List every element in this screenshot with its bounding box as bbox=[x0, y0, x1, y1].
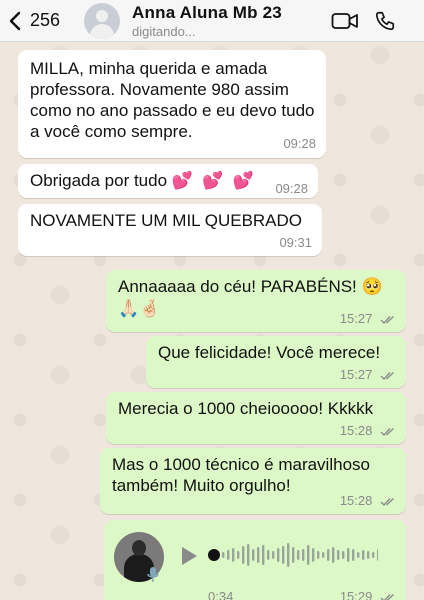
read-ticks-icon bbox=[380, 497, 394, 506]
play-icon[interactable] bbox=[180, 546, 198, 566]
message-bubble[interactable]: MILLA, minha querida e amada professora.… bbox=[18, 50, 326, 158]
read-ticks-icon bbox=[380, 315, 394, 324]
message-text: Obrigada por tudo bbox=[30, 171, 168, 190]
message-bubble[interactable]: Merecia o 1000 cheiooooo! Kkkkk 15:28 bbox=[106, 392, 406, 444]
message-meta: 15:27 bbox=[340, 311, 396, 327]
message-bubble[interactable]: Obrigada por tudo 💕 💕 💕 09:28 bbox=[18, 164, 318, 198]
message-text: Annaaaaa do céu! PARABÉNS! bbox=[118, 277, 357, 296]
waveform-bar bbox=[292, 547, 295, 563]
waveform-bar bbox=[262, 545, 265, 565]
waveform-bar bbox=[357, 552, 360, 558]
read-ticks-icon bbox=[380, 593, 394, 600]
waveform-bar bbox=[237, 551, 240, 559]
waveform-bar bbox=[302, 549, 305, 561]
message-time: 09:28 bbox=[283, 136, 316, 151]
contact-name: Anna Aluna Mb 23 bbox=[132, 2, 282, 22]
audio-waveform[interactable] bbox=[208, 540, 378, 570]
message-bubble[interactable]: Que felicidade! Você merece! 15:27 bbox=[146, 336, 406, 388]
waveform-bar bbox=[252, 549, 255, 561]
waveform-bar bbox=[327, 549, 330, 561]
waveform-bar bbox=[362, 550, 365, 560]
voice-call-button[interactable] bbox=[368, 0, 402, 42]
waveform-bar bbox=[267, 550, 270, 560]
waveform-bar bbox=[317, 551, 320, 559]
waveform-bar bbox=[377, 549, 378, 561]
waveform-bar bbox=[367, 551, 370, 559]
message-meta: 15:29 bbox=[340, 586, 396, 600]
message-time: 15:27 bbox=[339, 311, 373, 326]
waveform-bar bbox=[337, 550, 340, 560]
waveform-bar bbox=[297, 550, 300, 560]
message-time: 15:29 bbox=[339, 589, 373, 600]
message-time: 15:27 bbox=[339, 367, 373, 382]
back-button[interactable]: 256 bbox=[8, 0, 60, 42]
waveform-bar bbox=[347, 548, 350, 562]
waveform-bar bbox=[352, 549, 355, 561]
waveform-bar bbox=[332, 547, 335, 563]
pleading-face-emoji: 🥺 bbox=[361, 277, 383, 297]
waveform-bar bbox=[372, 552, 375, 558]
video-camera-icon bbox=[331, 12, 358, 29]
waveform-bar bbox=[307, 545, 310, 565]
message-time: 15:28 bbox=[339, 493, 373, 508]
chevron-left-icon bbox=[9, 11, 21, 30]
message-bubble[interactable]: NOVAMENTE UM MIL QUEBRADO 09:31 bbox=[18, 204, 322, 256]
waveform-bar bbox=[247, 544, 250, 566]
message-text: NOVAMENTE UM MIL QUEBRADO bbox=[30, 211, 303, 230]
message-meta: 15:28 bbox=[340, 493, 396, 509]
read-ticks-icon bbox=[380, 371, 394, 380]
read-ticks-icon bbox=[380, 427, 394, 436]
voice-message[interactable]: 0:34 15:29 bbox=[104, 520, 406, 600]
praying-hands-emoji: 🙏🏻🤞🏻 bbox=[118, 299, 161, 319]
contact-status: digitando... bbox=[132, 23, 196, 39]
unread-count: 256 bbox=[30, 10, 61, 30]
message-text: Merecia o 1000 cheiooooo! Kkkkk bbox=[118, 399, 374, 418]
message-time: 09:31 bbox=[279, 235, 312, 250]
hearts-emoji: 💕 💕 💕 bbox=[171, 171, 257, 191]
microphone-icon bbox=[147, 567, 159, 582]
waveform-bar bbox=[287, 543, 290, 567]
message-meta: 15:27 bbox=[340, 367, 396, 383]
waveform-bar bbox=[272, 551, 275, 559]
waveform-bar bbox=[312, 548, 315, 562]
waveform-bar bbox=[342, 551, 345, 559]
message-meta: 15:28 bbox=[340, 423, 396, 439]
contact-avatar[interactable] bbox=[84, 2, 121, 39]
waveform-bar bbox=[222, 552, 225, 558]
waveform-bar bbox=[242, 546, 245, 564]
contact-info[interactable]: Anna Aluna Mb 23 digitando... bbox=[132, 3, 328, 39]
message-text: MILLA, minha querida e amada professora.… bbox=[30, 59, 315, 141]
video-call-button[interactable] bbox=[328, 0, 362, 42]
message-text: Que felicidade! Você merece! bbox=[158, 343, 381, 362]
playback-scrubber[interactable] bbox=[208, 549, 220, 561]
waveform-bar bbox=[322, 552, 325, 558]
waveform-bar bbox=[257, 547, 260, 563]
message-bubble[interactable]: Mas o 1000 técnico é maravilhoso também!… bbox=[100, 448, 406, 514]
waveform-bar bbox=[227, 550, 230, 560]
chat-header: 256 Anna Aluna Mb 23 digitando... bbox=[0, 0, 424, 42]
message-time: 09:28 bbox=[275, 181, 308, 196]
message-list[interactable]: MILLA, minha querida e amada professora.… bbox=[0, 42, 424, 600]
message-text: Mas o 1000 técnico é maravilhoso também!… bbox=[112, 455, 370, 495]
audio-duration: 0:34 bbox=[208, 589, 234, 600]
waveform-bar bbox=[232, 548, 235, 562]
waveform-bar bbox=[277, 548, 280, 562]
message-bubble[interactable]: Annaaaaa do céu! PARABÉNS! 🥺 🙏🏻🤞🏻 15:27 bbox=[106, 270, 406, 332]
phone-icon bbox=[375, 11, 395, 30]
message-time: 15:28 bbox=[339, 423, 373, 438]
waveform-bar bbox=[282, 546, 285, 564]
